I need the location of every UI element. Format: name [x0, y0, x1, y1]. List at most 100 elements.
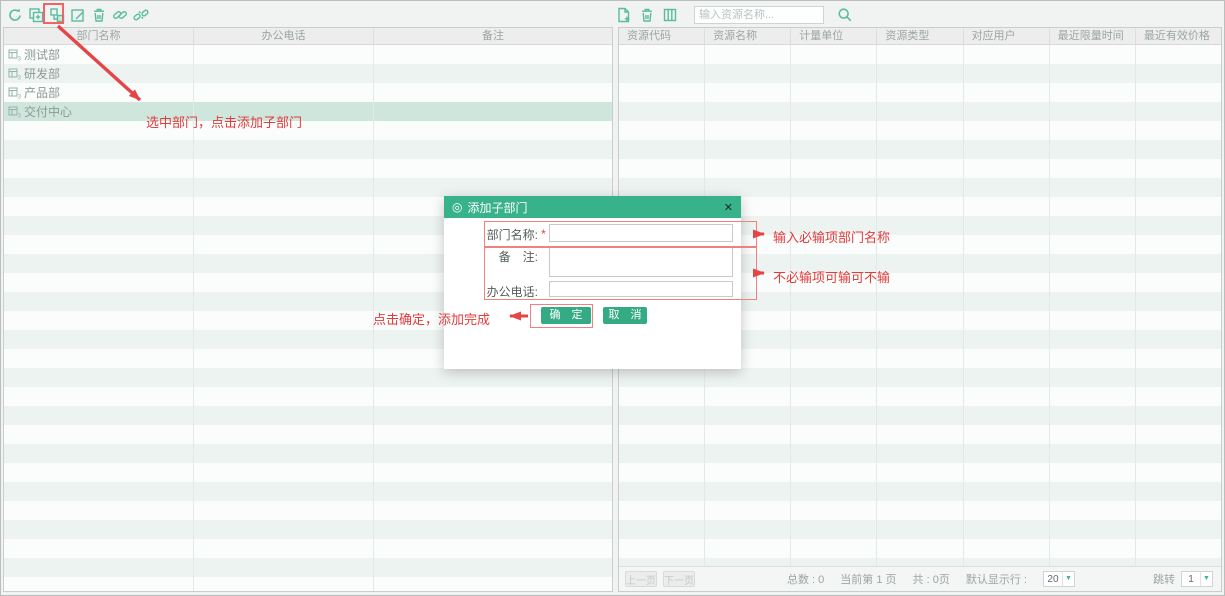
confirm-button[interactable]: 确 定 — [541, 307, 591, 324]
cell — [877, 539, 963, 558]
cell — [964, 330, 1050, 349]
grid-icon[interactable] — [662, 7, 678, 23]
cell — [4, 330, 194, 349]
add-subdepartment-dialog: ◎ 添加子部门 ✕ 部门名称: * 备 注: 办公电话: 确 定 取 消 — [444, 196, 741, 369]
pagination-info: 总数 : 0 当前第 1 页 共 : 0页 默认显示行 : 20 ▼ — [787, 571, 1075, 587]
empty-row — [4, 501, 612, 520]
cell — [877, 482, 963, 501]
cell — [791, 292, 877, 311]
cell — [194, 140, 374, 159]
remark-field: 备 注: — [452, 246, 733, 277]
cell — [1050, 463, 1136, 482]
empty-row — [619, 482, 1221, 501]
cell — [877, 273, 963, 292]
empty-row — [619, 64, 1221, 83]
cell: 3 测试部 — [4, 45, 194, 64]
empty-row — [4, 140, 612, 159]
refresh-icon[interactable] — [7, 7, 23, 23]
cell — [194, 178, 374, 197]
cell — [4, 254, 194, 273]
unlink-icon[interactable] — [133, 7, 149, 23]
current-page: 当前第 1 页 — [840, 571, 896, 587]
required-asterisk: * — [538, 224, 549, 241]
add-department-icon[interactable] — [28, 7, 44, 23]
chevron-down-icon: ▼ — [1200, 572, 1212, 586]
department-row[interactable]: 3 产品部 — [4, 83, 612, 102]
cell — [194, 273, 374, 292]
annotation-optional-hint: 不必输项可输可不输 — [773, 267, 890, 286]
cell — [374, 406, 612, 425]
department-row[interactable]: 3 测试部 — [4, 45, 612, 64]
cell — [964, 558, 1050, 566]
cell — [4, 463, 194, 482]
cell — [374, 482, 612, 501]
next-page-button[interactable]: 下一页 — [663, 571, 695, 587]
prev-page-button[interactable]: 上一页 — [625, 571, 657, 587]
cancel-button[interactable]: 取 消 — [603, 307, 647, 324]
cell — [964, 482, 1050, 501]
link-icon[interactable] — [112, 7, 128, 23]
jump-page-select[interactable]: 1 ▼ — [1181, 571, 1213, 587]
empty-row — [4, 482, 612, 501]
edit-icon[interactable] — [70, 7, 86, 23]
star-slot-empty — [538, 246, 549, 249]
delete-resource-icon[interactable] — [639, 7, 655, 23]
cell — [374, 425, 612, 444]
cell — [619, 425, 705, 444]
office-phone-input[interactable] — [549, 281, 733, 297]
cell — [877, 406, 963, 425]
cell — [194, 463, 374, 482]
cell — [4, 273, 194, 292]
annotation-required-hint: 输入必输项部门名称 — [773, 227, 890, 246]
cell — [1050, 64, 1136, 83]
cell — [374, 387, 612, 406]
cell — [374, 102, 612, 121]
resource-column-header: 资源名称 — [705, 28, 791, 44]
cell — [1136, 159, 1221, 178]
cell — [705, 482, 791, 501]
remark-textarea[interactable] — [549, 246, 733, 277]
resource-column-header: 资源类型 — [877, 28, 963, 44]
search-input[interactable] — [694, 6, 824, 24]
empty-row — [619, 45, 1221, 64]
cell — [877, 292, 963, 311]
cell — [964, 254, 1050, 273]
empty-row — [619, 368, 1221, 387]
cell — [194, 444, 374, 463]
cell — [791, 463, 877, 482]
cell — [194, 216, 374, 235]
empty-row — [619, 406, 1221, 425]
department-row[interactable]: 3 交付中心 — [4, 102, 612, 121]
close-icon[interactable]: ✕ — [724, 201, 733, 214]
cell — [194, 577, 374, 591]
rows-per-page-select[interactable]: 20 ▼ — [1043, 571, 1075, 587]
delete-icon[interactable] — [91, 7, 107, 23]
add-sub-department-icon[interactable] — [49, 7, 65, 23]
cell — [619, 368, 705, 387]
cell — [194, 83, 374, 102]
department-icon: 3 — [8, 67, 22, 81]
cell — [4, 387, 194, 406]
office-phone-label: 办公电话: — [452, 281, 538, 300]
empty-row — [4, 444, 612, 463]
department-icon: 3 — [8, 48, 22, 62]
cell — [4, 140, 194, 159]
cell — [619, 102, 705, 121]
svg-text:3: 3 — [18, 113, 22, 119]
department-row[interactable]: 3 研发部 — [4, 64, 612, 83]
department-name-input[interactable] — [549, 224, 733, 242]
search-icon[interactable] — [837, 7, 853, 23]
cell — [1050, 558, 1136, 566]
cell — [877, 45, 963, 64]
cell — [619, 45, 705, 64]
cell — [964, 178, 1050, 197]
cell — [1136, 482, 1221, 501]
cell — [194, 501, 374, 520]
empty-row — [619, 140, 1221, 159]
page-count: 共 : 0页 — [913, 571, 950, 587]
add-file-icon[interactable] — [616, 7, 632, 23]
cell — [1136, 83, 1221, 102]
cell — [1136, 501, 1221, 520]
department-column-header: 部门名称 — [4, 28, 194, 44]
cell — [374, 64, 612, 83]
